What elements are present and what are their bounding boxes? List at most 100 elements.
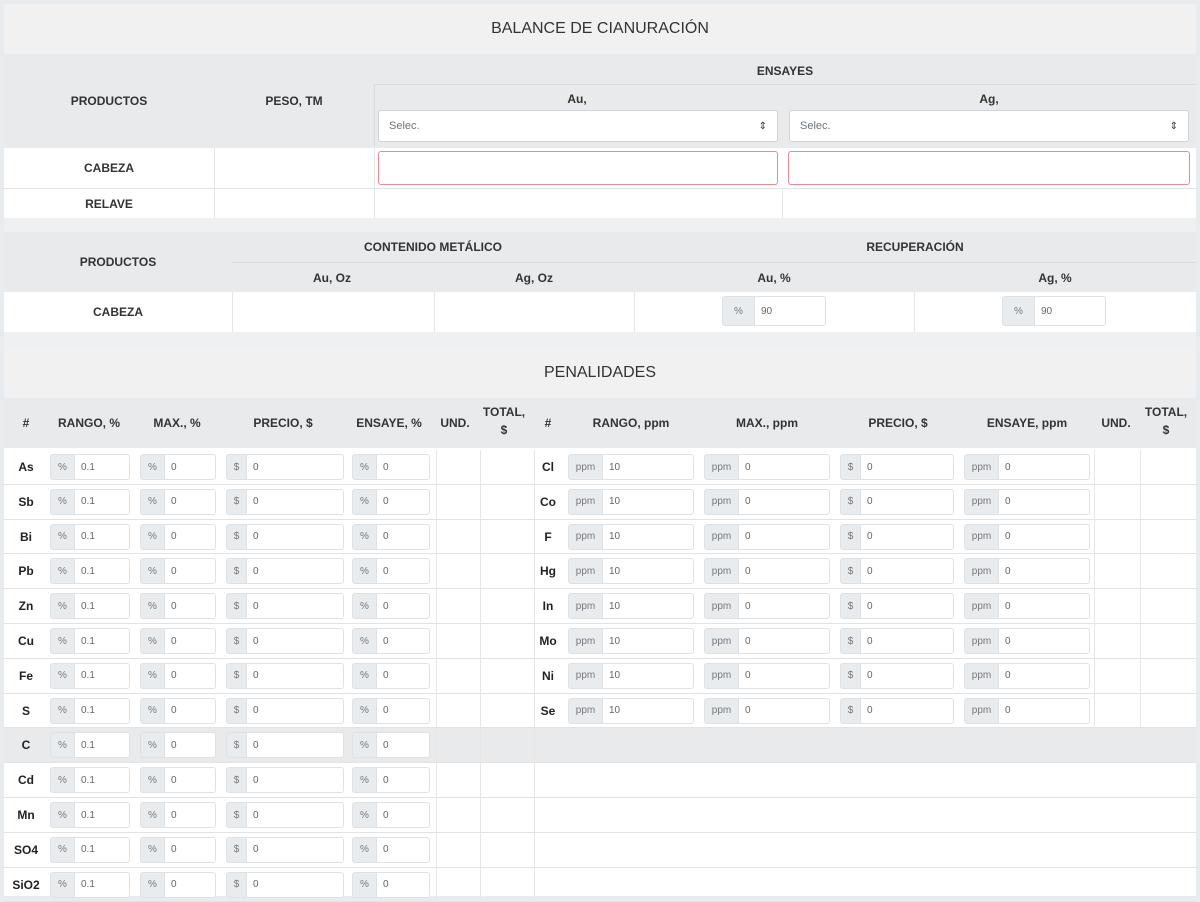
max-input[interactable]: % 0: [140, 523, 216, 550]
rango-input[interactable]: % 0.1: [50, 836, 130, 863]
rango-input[interactable]: % 0.1: [50, 697, 130, 724]
ensaye-input[interactable]: ppm 0: [964, 593, 1090, 620]
max-input[interactable]: % 0: [140, 767, 216, 794]
element-symbol: Cd: [18, 773, 34, 788]
ensaye-input[interactable]: ppm 0: [964, 454, 1090, 480]
ensaye-input[interactable]: % 0: [352, 871, 430, 898]
au-unit-select[interactable]: Selec. ⇕: [378, 110, 778, 142]
rango-input[interactable]: ppm 10: [568, 488, 694, 515]
ensaye-input[interactable]: % 0: [352, 767, 430, 794]
max-input[interactable]: % 0: [140, 802, 216, 828]
ensaye-input[interactable]: ppm 0: [964, 558, 1090, 585]
precio-input[interactable]: $0: [226, 697, 344, 724]
rango-input[interactable]: % 0.1: [50, 871, 130, 898]
max-input[interactable]: ppm 0: [704, 523, 830, 550]
precio-input[interactable]: $0: [840, 662, 954, 689]
rango-input[interactable]: ppm 10: [568, 558, 694, 585]
ensaye-input[interactable]: % 0: [352, 697, 430, 724]
ensaye-input[interactable]: % 0: [352, 732, 430, 759]
rango-input[interactable]: % 0.1: [50, 662, 130, 689]
rango-input[interactable]: % 0.1: [50, 802, 130, 828]
rango-input[interactable]: % 0.1: [50, 628, 130, 654]
max-input[interactable]: % 0: [140, 454, 216, 480]
au-cabeza-input[interactable]: [378, 151, 778, 185]
rango-input[interactable]: % 0.1: [50, 593, 130, 620]
ensaye-input[interactable]: ppm 0: [964, 523, 1090, 550]
ensaye-input[interactable]: ppm 0: [964, 697, 1090, 724]
precio-input[interactable]: $0: [226, 802, 344, 828]
input-value: 0: [998, 454, 1090, 480]
precio-input[interactable]: $0: [840, 558, 954, 585]
max-input[interactable]: ppm 0: [704, 628, 830, 654]
ensaye-input[interactable]: % 0: [352, 802, 430, 828]
max-input[interactable]: % 0: [140, 697, 216, 724]
input-prefix: $: [226, 732, 246, 759]
au-recovery-input[interactable]: % 90: [722, 296, 826, 326]
max-input[interactable]: ppm 0: [704, 454, 830, 480]
ensaye-input[interactable]: ppm 0: [964, 662, 1090, 689]
precio-input[interactable]: $0: [226, 767, 344, 794]
precio-input[interactable]: $0: [226, 662, 344, 689]
input-prefix: %: [352, 488, 376, 515]
precio-input[interactable]: $0: [226, 488, 344, 515]
rango-input[interactable]: % 0.1: [50, 558, 130, 585]
precio-input[interactable]: $0: [226, 871, 344, 898]
precio-input[interactable]: $0: [226, 836, 344, 863]
ag-unit-select[interactable]: Selec. ⇕: [789, 110, 1189, 142]
precio-input[interactable]: $0: [840, 454, 954, 480]
precio-input[interactable]: $0: [226, 593, 344, 620]
ensaye-input[interactable]: ppm 0: [964, 488, 1090, 515]
input-prefix: $: [226, 628, 246, 654]
ensaye-input[interactable]: % 0: [352, 662, 430, 689]
precio-input[interactable]: $0: [226, 628, 344, 654]
ensaye-input[interactable]: ppm 0: [964, 628, 1090, 654]
max-input[interactable]: ppm 0: [704, 662, 830, 689]
precio-input[interactable]: $0: [840, 523, 954, 550]
ensaye-input[interactable]: % 0: [352, 593, 430, 620]
rango-input[interactable]: % 0.1: [50, 523, 130, 550]
rango-input[interactable]: ppm 10: [568, 662, 694, 689]
ag-recovery-input[interactable]: % 90: [1002, 296, 1106, 326]
max-input[interactable]: % 0: [140, 558, 216, 585]
rango-input[interactable]: % 0.1: [50, 488, 130, 515]
ensaye-input[interactable]: % 0: [352, 836, 430, 863]
max-input[interactable]: % 0: [140, 662, 216, 689]
precio-input[interactable]: $0: [226, 558, 344, 585]
ensaye-input[interactable]: % 0: [352, 523, 430, 550]
precio-input[interactable]: $0: [226, 732, 344, 759]
max-input[interactable]: ppm 0: [704, 488, 830, 515]
max-input[interactable]: % 0: [140, 732, 216, 759]
max-input[interactable]: % 0: [140, 628, 216, 654]
rango-input[interactable]: % 0.1: [50, 767, 130, 794]
max-input[interactable]: % 0: [140, 488, 216, 515]
rango-input[interactable]: ppm 10: [568, 628, 694, 654]
rango-input[interactable]: ppm 10: [568, 454, 694, 480]
max-input[interactable]: ppm 0: [704, 558, 830, 585]
precio-input[interactable]: $0: [840, 628, 954, 654]
rango-input[interactable]: ppm 10: [568, 593, 694, 620]
precio-input[interactable]: $0: [226, 523, 344, 550]
rango-input[interactable]: % 0.1: [50, 454, 130, 480]
precio-input[interactable]: $0: [226, 454, 344, 480]
max-input[interactable]: % 0: [140, 593, 216, 620]
rango-input[interactable]: ppm 10: [568, 523, 694, 550]
input-value: 0: [376, 732, 430, 759]
ag-cabeza-input[interactable]: [788, 151, 1190, 185]
ensaye-input[interactable]: % 0: [352, 628, 430, 654]
ensaye-input[interactable]: % 0: [352, 558, 430, 585]
rango-input[interactable]: ppm 10: [568, 697, 694, 724]
max-input[interactable]: % 0: [140, 871, 216, 898]
input-prefix: %: [352, 628, 376, 654]
input-value: 0: [164, 697, 216, 724]
row-divider: [4, 483, 1196, 485]
precio-input[interactable]: $0: [840, 697, 954, 724]
ensaye-input[interactable]: % 0: [352, 454, 430, 480]
max-input[interactable]: % 0: [140, 836, 216, 863]
max-input[interactable]: ppm 0: [704, 697, 830, 724]
precio-input[interactable]: $0: [840, 593, 954, 620]
precio-input[interactable]: $0: [840, 488, 954, 515]
input-value: 0: [998, 593, 1090, 620]
max-input[interactable]: ppm 0: [704, 593, 830, 620]
ensaye-input[interactable]: % 0: [352, 488, 430, 515]
rango-input[interactable]: % 0.1: [50, 732, 130, 759]
